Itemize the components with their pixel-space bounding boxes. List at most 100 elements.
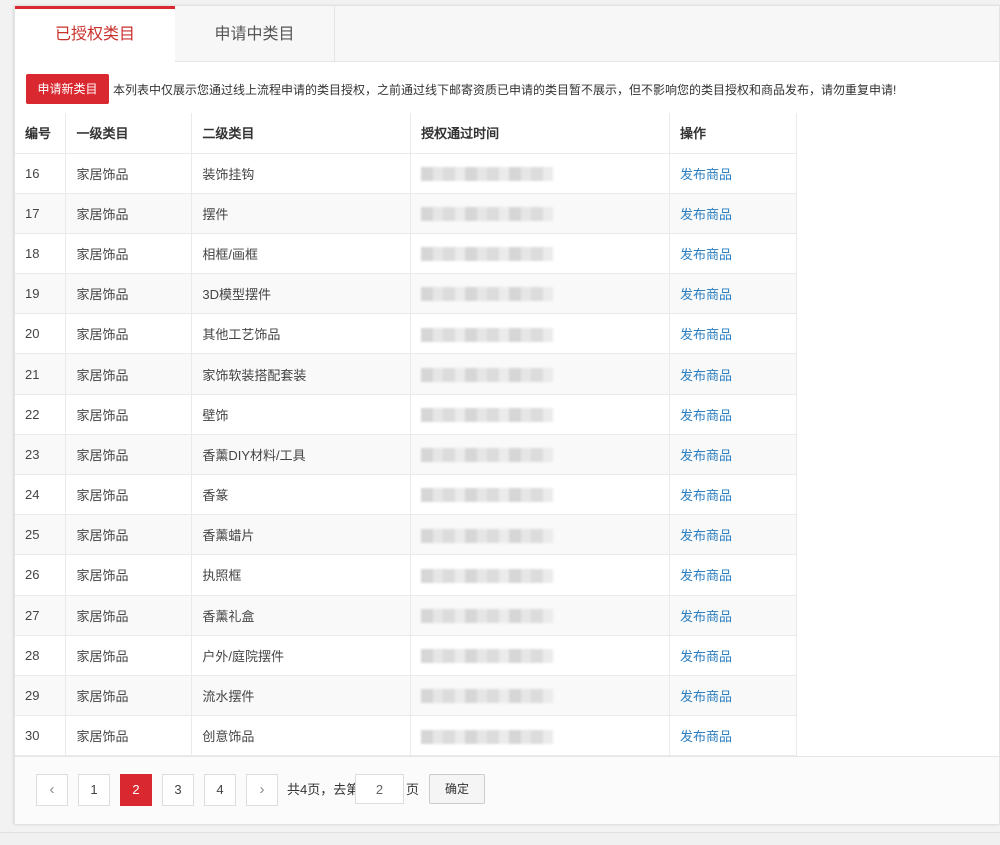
bottom-bar [0,832,1000,845]
cell-action: 发布商品 [669,313,797,355]
redacted-timestamp [421,408,554,422]
header-action: 操作 [669,113,797,154]
cell-auth-time [410,474,671,516]
publish-product-link[interactable]: 发布商品 [680,729,732,744]
cell-auth-time [410,715,671,757]
cell-action: 发布商品 [669,514,797,556]
cell-id: 24 [15,474,67,516]
page-1-button[interactable]: 1 [78,774,110,806]
header-level2: 二级类目 [191,113,412,154]
cell-id: 22 [15,394,67,435]
pagination: ‹ 1 2 3 4 › 共4页，去第 页 确定 [15,756,999,824]
publish-product-link[interactable]: 发布商品 [680,568,732,583]
cell-level2: 香薰DIY材料/工具 [191,434,412,476]
tab-authorized[interactable]: 已授权类目 [15,6,175,63]
cell-level2: 装饰挂钩 [191,153,412,194]
redacted-timestamp [421,729,554,744]
page-4-button[interactable]: 4 [204,774,236,806]
cell-auth-time [410,635,671,676]
cell-id: 27 [15,595,67,636]
redacted-timestamp [421,448,554,463]
cell-id: 16 [15,153,67,194]
cell-level2: 相框/画框 [191,233,412,275]
publish-product-link[interactable]: 发布商品 [680,207,732,222]
cell-level2: 流水摆件 [191,675,412,717]
apply-new-category-button[interactable]: 申请新类目 [26,74,109,104]
cell-action: 发布商品 [669,273,797,315]
publish-product-link[interactable]: 发布商品 [680,609,732,624]
next-page-button[interactable]: › [246,774,278,806]
table-row: 27 家居饰品 香薰礼盒 发布商品 [15,595,797,636]
cell-level1: 家居饰品 [65,554,193,596]
notice-text: 本列表中仅展示您通过线上流程申请的类目授权，之前通过线下邮寄资质已申请的类目暂不… [113,82,897,97]
cell-action: 发布商品 [669,193,797,234]
category-panel: 已授权类目 申请中类目 申请新类目 本列表中仅展示您通过线上流程申请的类目授权，… [14,5,1000,824]
cell-id: 25 [15,514,67,556]
cell-action: 发布商品 [669,353,797,395]
cell-level2: 创意饰品 [191,715,412,757]
cell-id: 28 [15,635,67,676]
cell-id: 21 [15,353,67,395]
cell-level2: 其他工艺饰品 [191,313,412,355]
header-auth-time: 授权通过时间 [410,113,671,154]
cell-level2: 摆件 [191,193,412,234]
table-row: 20 家居饰品 其他工艺饰品 发布商品 [15,313,797,355]
cell-level2: 户外/庭院摆件 [191,635,412,676]
publish-product-link[interactable]: 发布商品 [680,649,732,664]
cell-action: 发布商品 [669,595,797,636]
table-row: 26 家居饰品 执照框 发布商品 [15,554,797,596]
publish-product-link[interactable]: 发布商品 [680,689,732,704]
publish-product-link[interactable]: 发布商品 [680,247,732,262]
page-2-button[interactable]: 2 [120,774,152,806]
page-3-button[interactable]: 3 [162,774,194,806]
prev-page-button[interactable]: ‹ [36,774,68,806]
cell-action: 发布商品 [669,635,797,676]
publish-product-link[interactable]: 发布商品 [680,327,732,342]
cell-id: 19 [15,273,67,315]
table-row: 25 家居饰品 香薰蜡片 发布商品 [15,514,797,556]
redacted-timestamp [421,247,554,262]
cell-action: 发布商品 [669,554,797,596]
redacted-timestamp [421,207,554,222]
cell-level1: 家居饰品 [65,635,193,676]
cell-level1: 家居饰品 [65,153,193,194]
cell-auth-time [410,153,671,194]
cell-level2: 家饰软装搭配套装 [191,353,412,395]
redacted-timestamp [421,528,554,543]
table-row: 23 家居饰品 香薰DIY材料/工具 发布商品 [15,434,797,476]
cell-action: 发布商品 [669,153,797,194]
publish-product-link[interactable]: 发布商品 [680,408,732,423]
cell-level1: 家居饰品 [65,514,193,556]
publish-product-link[interactable]: 发布商品 [680,488,732,503]
publish-product-link[interactable]: 发布商品 [680,448,732,463]
cell-level1: 家居饰品 [65,233,193,275]
cell-action: 发布商品 [669,675,797,717]
publish-product-link[interactable]: 发布商品 [680,368,732,383]
confirm-goto-button[interactable]: 确定 [429,774,485,804]
table-header-row: 编号 一级类目 二级类目 授权通过时间 操作 [15,113,797,154]
cell-level2: 香薰礼盒 [191,595,412,636]
header-id: 编号 [15,113,67,154]
table-row: 22 家居饰品 壁饰 发布商品 [15,394,797,435]
cell-auth-time [410,514,671,556]
goto-page-input[interactable] [355,774,404,804]
tab-applying[interactable]: 申请中类目 [175,6,335,62]
redacted-timestamp [421,649,554,664]
cell-level1: 家居饰品 [65,394,193,435]
cell-level1: 家居饰品 [65,313,193,355]
cell-level1: 家居饰品 [65,353,193,395]
table-row: 16 家居饰品 装饰挂钩 发布商品 [15,153,797,194]
publish-product-link[interactable]: 发布商品 [680,287,732,302]
table-row: 17 家居饰品 摆件 发布商品 [15,193,797,234]
publish-product-link[interactable]: 发布商品 [680,528,732,543]
cell-auth-time [410,233,671,275]
redacted-timestamp [421,608,554,623]
cell-level1: 家居饰品 [65,675,193,717]
cell-auth-time [410,313,671,355]
cell-action: 发布商品 [669,233,797,275]
redacted-timestamp [421,689,554,704]
cell-level2: 3D模型摆件 [191,273,412,315]
cell-level1: 家居饰品 [65,434,193,476]
notice-bar: 申请新类目 本列表中仅展示您通过线上流程申请的类目授权，之前通过线下邮寄资质已申… [26,73,896,105]
publish-product-link[interactable]: 发布商品 [680,167,732,182]
